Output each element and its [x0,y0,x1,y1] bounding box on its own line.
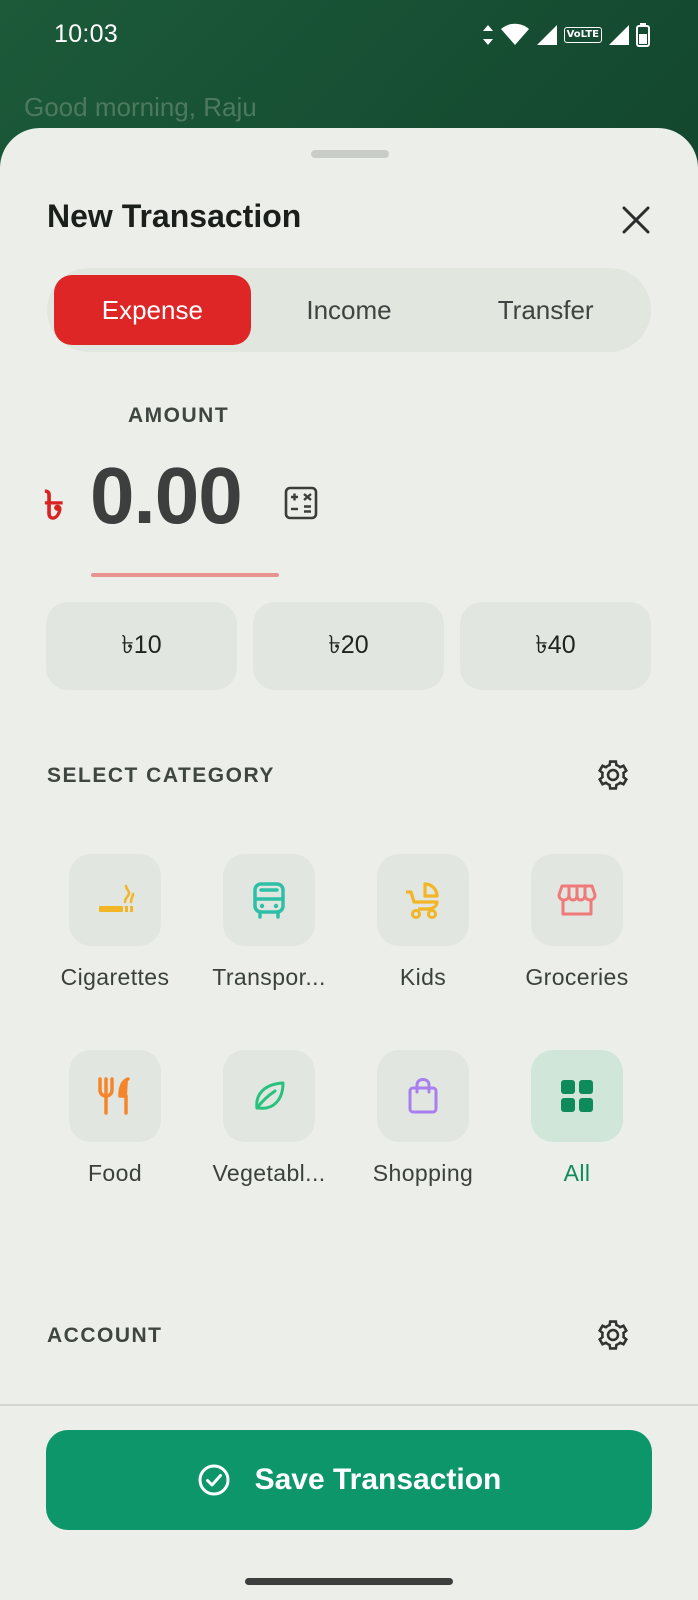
category-icon-box [377,854,469,946]
category-icon-box [69,854,161,946]
divider [0,1404,698,1406]
grid-icon [561,1080,593,1112]
category-label: Transpor... [212,964,326,990]
check-circle-icon [198,1464,230,1496]
bus-icon [253,882,285,919]
fork-knife-icon [98,1077,130,1115]
volte-badge: VoLTE [563,27,602,43]
category-icon-box [223,854,315,946]
amount-label: AMOUNT [128,404,230,427]
category-label: All [563,1160,591,1186]
close-button[interactable] [618,202,654,238]
amount-underline [91,573,279,577]
battery-icon [636,23,650,47]
signal-icon [536,25,557,45]
wifi-icon [500,23,529,45]
new-transaction-sheet: New Transaction Expense Income Transfer … [0,128,698,1600]
category-kids[interactable]: Kids [348,854,498,991]
category-label: Cigarettes [60,964,170,990]
quick-amounts: ৳10 ৳20 ৳40 [46,602,651,690]
amount-input[interactable]: 0.00 [90,450,270,542]
gear-icon [598,760,628,790]
account-settings-button[interactable] [594,1316,632,1354]
category-label: Shopping [372,1160,474,1186]
category-label: Vegetabl... [212,1160,326,1186]
save-transaction-button[interactable]: Save Transaction [46,1430,652,1530]
transaction-type-tabs: Expense Income Transfer [47,268,651,352]
tab-transfer[interactable]: Transfer [447,275,644,345]
category-settings-button[interactable] [594,756,632,794]
category-transport[interactable]: Transpor... [194,854,344,991]
tab-expense[interactable]: Expense [54,275,251,345]
category-icon-box [377,1050,469,1142]
category-food[interactable]: Food [40,1050,190,1187]
close-icon [622,206,650,234]
category-shopping[interactable]: Shopping [348,1050,498,1187]
category-icon-box [223,1050,315,1142]
quick-amount-button[interactable]: ৳20 [253,602,444,690]
greeting-text: Good morning, Raju [24,92,257,122]
data-arrows-icon [482,25,493,45]
calculator-icon [284,486,318,520]
category-all[interactable]: All [502,1050,652,1187]
stroller-icon [406,882,439,919]
sheet-title: New Transaction [47,198,302,234]
category-cigarettes[interactable]: Cigarettes [40,854,190,991]
quick-amount-button[interactable]: ৳10 [46,602,237,690]
account-label: ACCOUNT [47,1324,163,1347]
calculator-button[interactable] [284,486,318,520]
select-category-label: SELECT CATEGORY [47,764,275,787]
status-icons: VoLTE [482,22,650,48]
cigarette-icon [99,884,135,912]
tab-income[interactable]: Income [251,275,448,345]
signal-icon [609,25,629,45]
gear-icon [598,1320,628,1350]
category-label: Groceries [525,964,629,990]
status-bar: 10:03 VoLTE [0,0,698,72]
quick-amount-button[interactable]: ৳40 [460,602,651,690]
shopping-bag-icon [408,1077,438,1114]
save-button-label: Save Transaction [254,1463,502,1496]
category-vegetables[interactable]: Vegetabl... [194,1050,344,1187]
leaf-icon [255,1081,285,1110]
category-icon-box [531,1050,623,1142]
category-label: Food [87,1160,143,1186]
category-icon-box [531,854,623,946]
currency-symbol: ৳ [44,484,64,528]
status-time: 10:03 [54,20,119,48]
sheet-drag-handle[interactable] [311,150,389,158]
home-indicator[interactable] [245,1578,453,1585]
category-label: Kids [399,964,447,990]
category-groceries[interactable]: Groceries [502,854,652,991]
category-icon-box [69,1050,161,1142]
store-icon [557,884,597,916]
